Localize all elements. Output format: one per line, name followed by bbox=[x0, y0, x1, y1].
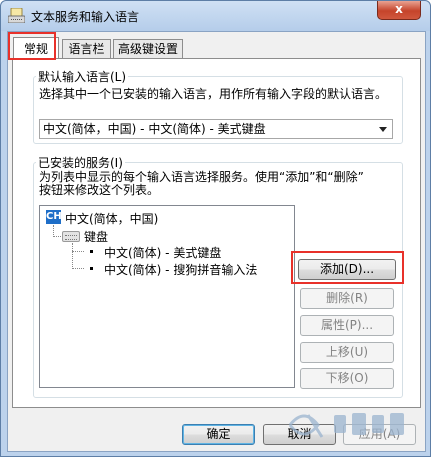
tree-connector bbox=[72, 243, 73, 269]
default-language-title: 默认输入语言(L) bbox=[36, 68, 129, 85]
language-code-icon: CH bbox=[46, 210, 62, 224]
ok-button[interactable]: 确定 bbox=[182, 424, 255, 445]
window-title: 文本服务和输入语言 bbox=[31, 10, 140, 24]
tree-keyboard-category[interactable]: 键盘 bbox=[84, 228, 108, 245]
keyboard-icon bbox=[62, 231, 80, 242]
installed-services-title: 已安装的服务(I) bbox=[36, 154, 125, 171]
tree-item[interactable]: 中文(简体) - 美式键盘 bbox=[104, 244, 221, 261]
move-up-button[interactable]: 上移(U) bbox=[300, 342, 394, 363]
tree-connector bbox=[72, 251, 84, 252]
add-button[interactable]: 添加(D)... bbox=[298, 259, 396, 280]
tree-language-node[interactable]: 中文(简体，中国) bbox=[65, 210, 158, 227]
services-tree[interactable]: CH 中文(简体，中国) 键盘 中文(简体) - 美式键盘 中文(简体) - 搜… bbox=[39, 205, 295, 388]
default-language-description: 选择其中一个已安装的输入语言，用作所有输入字段的默认语言。 bbox=[39, 87, 388, 101]
title-bar[interactable]: 文本服务和输入语言 x bbox=[1, 1, 430, 31]
move-down-button[interactable]: 下移(O) bbox=[300, 368, 394, 389]
tree-connector bbox=[53, 236, 61, 237]
tree-connector bbox=[72, 268, 84, 269]
bullet-icon bbox=[90, 250, 93, 253]
tab-advanced-key-settings[interactable]: 高级键设置 bbox=[113, 39, 183, 59]
close-button[interactable]: x bbox=[377, 1, 421, 20]
dialog-window: 文本服务和输入语言 x 常规 语言栏 高级键设置 默认输入语言(L) 选择其中一… bbox=[0, 0, 431, 457]
language-code-label: CH bbox=[46, 211, 62, 222]
tab-language-bar[interactable]: 语言栏 bbox=[62, 39, 111, 59]
chevron-down-icon bbox=[379, 127, 387, 132]
keyboard-app-icon bbox=[8, 8, 25, 23]
default-language-dropdown[interactable]: 中文(简体，中国) - 中文(简体) - 美式键盘 bbox=[39, 119, 393, 139]
watermark-logo-icon bbox=[288, 413, 404, 438]
tree-item[interactable]: 中文(简体) - 搜狗拼音输入法 bbox=[104, 261, 257, 278]
tab-language-bar-label: 语言栏 bbox=[68, 42, 105, 56]
default-language-selected: 中文(简体，中国) - 中文(简体) - 美式键盘 bbox=[43, 122, 266, 136]
close-icon: x bbox=[395, 2, 403, 16]
bullet-icon bbox=[90, 267, 93, 270]
installed-services-description-2: 按钮来修改这个列表。 bbox=[39, 183, 160, 197]
tab-general-label: 常规 bbox=[23, 42, 48, 56]
tab-advanced-label: 高级键设置 bbox=[117, 42, 178, 56]
properties-button[interactable]: 属性(P)... bbox=[300, 315, 394, 336]
remove-button[interactable]: 删除(R) bbox=[300, 288, 394, 309]
tab-general[interactable]: 常规 bbox=[13, 37, 59, 60]
